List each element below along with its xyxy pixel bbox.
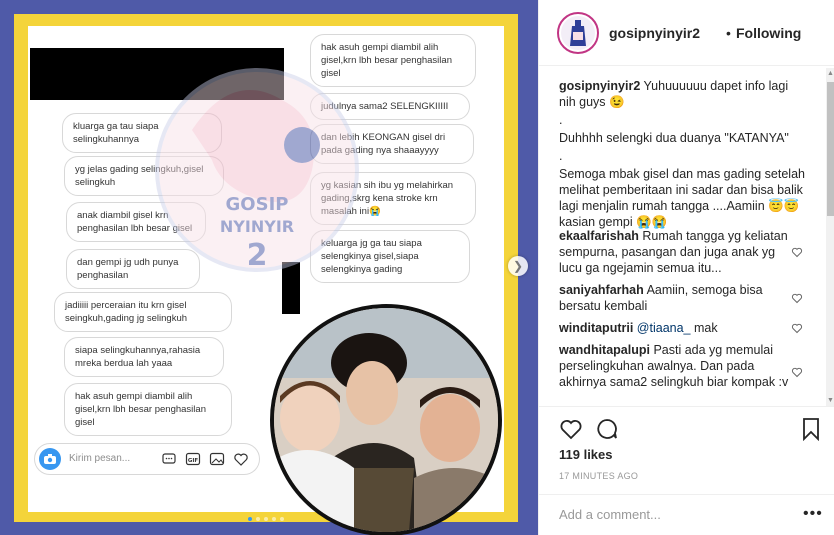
scrollbar-thumb[interactable]	[827, 82, 834, 216]
watermark-text-3: 2	[247, 238, 268, 273]
carousel-dot	[256, 517, 260, 521]
comment: saniyahfarhah Aamiin, semoga bisa bersat…	[559, 282, 795, 314]
scroll-down-icon[interactable]: ▼	[827, 397, 834, 404]
comment: winditaputrii @tiaana_ mak	[559, 320, 795, 336]
like-heart-icon[interactable]	[559, 417, 583, 441]
watermark-logo: GOSIP NYINYIR 2	[155, 68, 359, 273]
heart-icon[interactable]	[791, 246, 803, 258]
comment-username[interactable]: saniyahfarhah	[559, 283, 644, 297]
carousel-indicator	[248, 517, 284, 521]
caption-text: Duhhhh selengki dua duanya "KATANYA"	[559, 131, 789, 145]
chat-bubble: jadiiiii perceraian itu krn gisel seingk…	[54, 292, 232, 332]
add-comment-bar: Add a comment... •••	[539, 494, 834, 535]
message-composer: Kirim pesan... GIF	[34, 443, 260, 475]
following-button[interactable]: Following	[736, 25, 801, 41]
carousel-dot	[280, 517, 284, 521]
comment: wandhitapalupi Pasti ada yg memulai pers…	[559, 342, 795, 390]
post-sidebar: gosipnyinyir2 • Following gosipnyinyir2 …	[538, 0, 834, 535]
chat-bubble: hak asuh gempi diambil alih gisel,krn lb…	[64, 383, 232, 436]
comments-list: gosipnyinyir2 Yuhuuuuuu dapet info lagi …	[539, 66, 834, 406]
chat-bubble: siapa selingkuhannya,rahasia mreka berdu…	[64, 337, 224, 377]
family-photo	[270, 304, 502, 535]
header-username[interactable]: gosipnyinyir2	[609, 25, 700, 41]
next-slide-button[interactable]: ❯	[508, 256, 528, 276]
comment-username[interactable]: winditaputrii	[559, 321, 633, 335]
caption: gosipnyinyir2 Yuhuuuuuu dapet info lagi …	[559, 78, 807, 232]
carousel-dot	[272, 517, 276, 521]
chat-bubble-icon	[162, 453, 176, 464]
post-image[interactable]: kluarga ga tau siapa selingkuhannya yg j…	[0, 0, 538, 535]
watermark-text-1: GOSIP	[226, 194, 289, 215]
post-header: gosipnyinyir2 • Following	[539, 0, 834, 66]
scroll-up-icon[interactable]: ▲	[827, 70, 834, 77]
camera-icon	[39, 448, 61, 470]
carousel-dot	[248, 517, 252, 521]
comment-mention[interactable]: @tiaana_	[637, 321, 691, 335]
heart-icon[interactable]	[791, 292, 803, 304]
carousel-dot	[264, 517, 268, 521]
likes-count[interactable]: 119 likes	[559, 447, 613, 462]
image-icon	[209, 452, 225, 466]
caption-text: .	[559, 149, 563, 163]
caption-text: .	[559, 113, 563, 127]
bottle-logo-icon	[570, 20, 586, 46]
watermark-text-2: NYINYIR	[220, 217, 294, 236]
bookmark-icon[interactable]	[799, 417, 823, 441]
header-separator: •	[726, 25, 731, 41]
composer-placeholder: Kirim pesan...	[69, 453, 131, 464]
caption-text: Semoga mbak gisel dan mas gading setelah…	[559, 167, 805, 229]
add-comment-input[interactable]: Add a comment...	[559, 507, 661, 522]
comment-text: mak	[693, 321, 718, 335]
post-actions: 119 likes 17 MINUTES AGO	[539, 406, 834, 502]
caption-username[interactable]: gosipnyinyir2	[559, 79, 640, 93]
comment: ekaalfarishah Rumah tangga yg keliatan s…	[559, 228, 795, 276]
comment-username[interactable]: ekaalfarishah	[559, 229, 639, 243]
more-options-button[interactable]: •••	[803, 505, 823, 523]
heart-icon[interactable]	[791, 322, 803, 334]
avatar[interactable]	[557, 12, 599, 54]
svg-text:GIF: GIF	[188, 458, 199, 464]
post-timestamp[interactable]: 17 MINUTES AGO	[559, 471, 638, 481]
heart-icon[interactable]	[791, 366, 803, 378]
comment-icon[interactable]	[595, 417, 619, 441]
gif-icon: GIF	[185, 452, 201, 466]
chevron-right-icon: ❯	[512, 259, 524, 273]
comments-scrollbar[interactable]: ▲ ▼	[826, 68, 834, 406]
heart-icon	[234, 453, 248, 466]
comment-username[interactable]: wandhitapalupi	[559, 343, 650, 357]
